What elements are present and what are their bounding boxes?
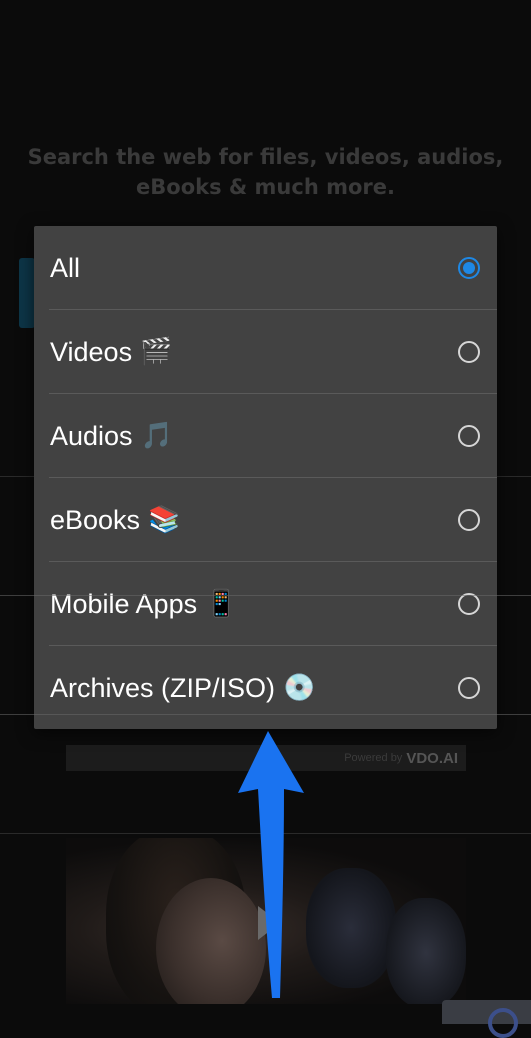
- up-arrow-icon: [238, 731, 304, 998]
